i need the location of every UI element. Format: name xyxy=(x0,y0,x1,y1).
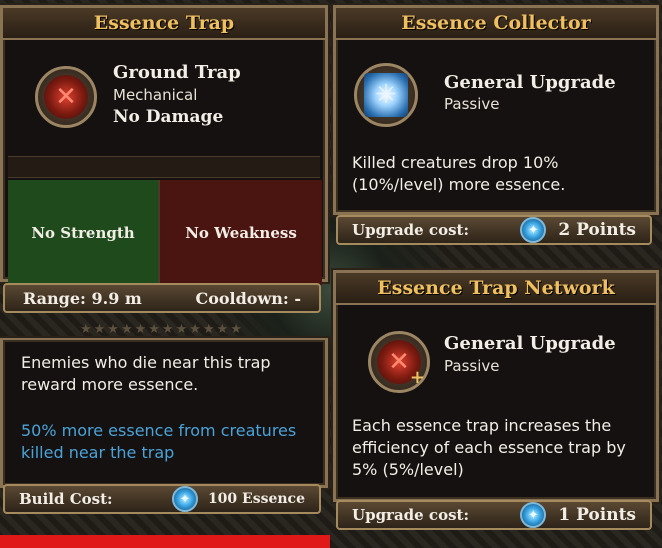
panel-title: Essence Collector xyxy=(401,12,591,34)
essence-trap-network-panel[interactable]: Essence Trap Network ✕ + General Upgrade… xyxy=(333,270,659,502)
upgrade-cost-label: Upgrade cost: xyxy=(352,506,469,524)
build-cost-label: Build Cost: xyxy=(19,490,113,508)
essence-crystal-icon: ✦ xyxy=(171,486,198,512)
essence-collector-panel[interactable]: Essence Collector ✳ General Upgrade Pass… xyxy=(333,5,659,215)
panel-title: Essence Trap Network xyxy=(377,277,615,299)
strength-box: No Strength xyxy=(8,180,160,285)
network-cost-bar: Upgrade cost: ✦ 1 Points xyxy=(336,500,652,530)
ground-trap-icon: ✕ xyxy=(44,75,88,119)
plus-icon: + xyxy=(409,367,425,388)
upgrade-cost-label: Upgrade cost: xyxy=(352,221,469,239)
upgrade-kind: Passive xyxy=(444,95,500,113)
highlight-underline xyxy=(0,535,330,548)
build-cost-bar: Build Cost: ✦ 100 Essence xyxy=(3,484,321,514)
essence-collector-icon: ✳ xyxy=(364,73,408,117)
upgrade-point-icon: ✦ xyxy=(520,217,547,243)
build-cost-value: 100 Essence xyxy=(207,491,305,507)
panel-title-banner: Essence Collector xyxy=(336,8,656,40)
ground-trap-icon-frame: ✕ xyxy=(35,66,97,128)
upgrade-type: General Upgrade xyxy=(444,333,616,354)
upgrade-type: General Upgrade xyxy=(444,72,616,93)
strength-label: No Strength xyxy=(31,223,135,242)
range-label: Range: 9.9 m xyxy=(23,288,142,308)
upgrade-cost-value: 1 Points xyxy=(558,505,636,525)
panel-title-banner: Essence Trap Network xyxy=(336,273,656,305)
upgrade-description: Each essence trap increases the efficien… xyxy=(352,416,626,479)
upgrade-description: Killed creatures drop 10% (10%/level) mo… xyxy=(352,153,566,194)
weakness-label: No Weakness xyxy=(185,223,297,242)
trap-name: Ground Trap xyxy=(113,62,241,83)
essence-collector-icon-frame: ✳ xyxy=(354,63,418,127)
trap-type: Mechanical xyxy=(113,86,198,104)
trap-description: Enemies who die near this trap reward mo… xyxy=(21,353,271,394)
upgrade-kind: Passive xyxy=(444,357,500,375)
trap-damage: No Damage xyxy=(113,107,224,127)
collector-cost-bar: Upgrade cost: ✦ 2 Points xyxy=(336,215,652,245)
decorative-stars: ★★★★★★★★★★★★ xyxy=(80,322,244,337)
upgrade-cost-value: 2 Points xyxy=(558,220,636,240)
cooldown-label: Cooldown: - xyxy=(195,288,301,308)
upgrade-point-icon: ✦ xyxy=(520,502,547,528)
range-cooldown-bar: Range: 9.9 m Cooldown: - xyxy=(3,283,321,313)
trap-bonus-text: 50% more essence from creatures killed n… xyxy=(21,421,297,462)
essence-trap-panel: Essence Trap ✕ Ground Trap Mechanical No… xyxy=(0,5,328,285)
divider-strip xyxy=(8,156,320,178)
trap-description-panel: Enemies who die near this trap reward mo… xyxy=(0,338,328,488)
weakness-box: No Weakness xyxy=(160,180,322,285)
panel-title: Essence Trap xyxy=(93,12,235,34)
trap-network-icon: ✕ + xyxy=(377,340,425,388)
trap-network-icon-frame: ✕ + xyxy=(368,331,430,393)
panel-title-banner: Essence Trap xyxy=(3,8,325,40)
